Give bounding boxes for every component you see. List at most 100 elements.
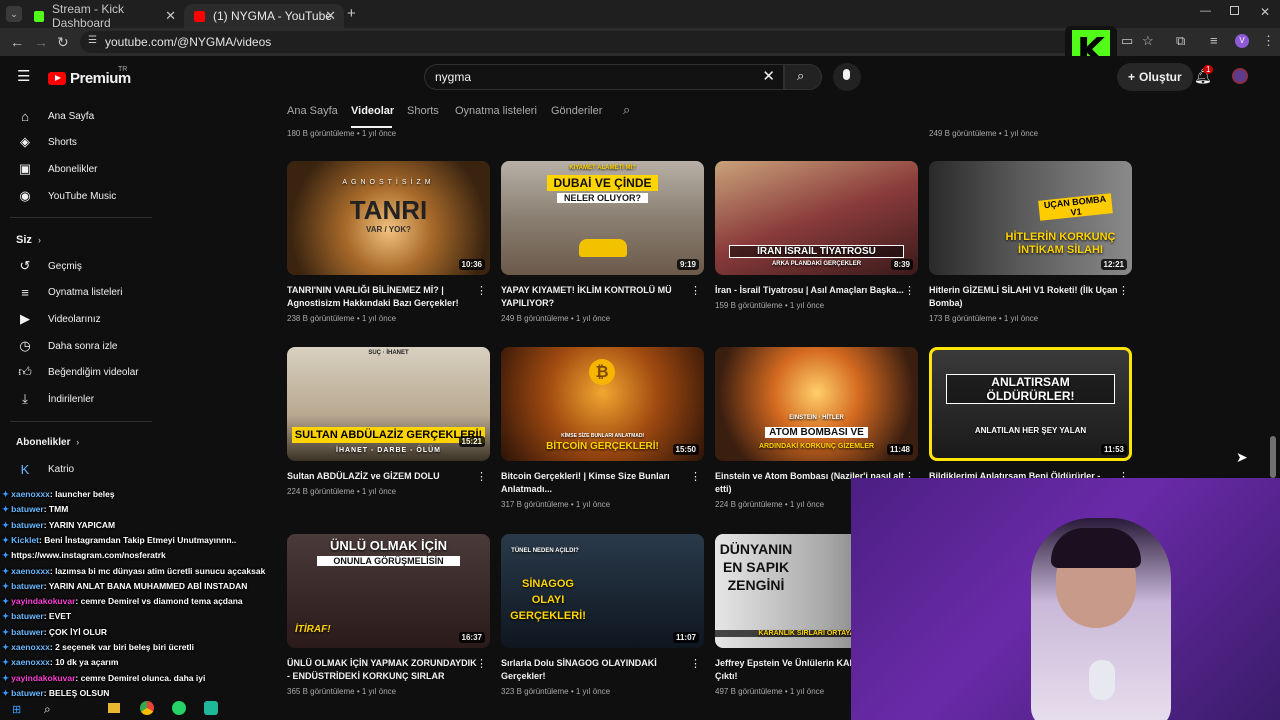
sidebar-item-subscriptions[interactable]: ▣ Abonelikler <box>0 156 152 182</box>
close-icon[interactable]: ✕ <box>325 8 336 24</box>
video-thumbnail[interactable]: KIYAMET ALAMETİ Mİ? DUBAİ VE ÇİNDE NELER… <box>501 161 704 275</box>
browser-tab-kick[interactable]: Stream - Kick Dashboard ✕ <box>24 2 184 30</box>
video-title[interactable]: Sultan ABDÜLAZİZ ve GİZEM DOLU ÖLÜMÜ! <box>287 470 477 483</box>
profile-avatar[interactable]: V <box>1235 34 1249 48</box>
minimize-icon[interactable]: — <box>1200 5 1211 17</box>
video-thumbnail[interactable]: ANLATIRSAM ÖLDÜRÜRLER! ANLATILAN HER ŞEY… <box>929 347 1132 461</box>
video-title[interactable]: Sırlarla Dolu SİNAGOG OLAYINDAKİ Gerçekl… <box>501 657 691 683</box>
sidebar-item-shorts[interactable]: ◈ Shorts <box>0 129 152 155</box>
more-options-icon[interactable]: ⋮ <box>690 657 701 670</box>
video-title[interactable]: TANRI'NIN VARLIĞI BİLİNEMEZ Mİ? | Agnost… <box>287 284 477 310</box>
video-thumbnail[interactable]: ÜNLÜ OLMAK İÇİN ONUNLA GÖRÜŞMELİSİN İTİR… <box>287 534 490 648</box>
more-options-icon[interactable]: ⋮ <box>1118 284 1129 297</box>
more-options-icon[interactable]: ⋮ <box>904 284 915 297</box>
sidebar-item-your-videos[interactable]: ▶ Videolarınız <box>0 306 152 332</box>
chat-username[interactable]: yayindakokuvar <box>11 596 75 606</box>
bookmark-star-icon[interactable]: ☆ <box>1142 33 1154 49</box>
sidebar-item-home[interactable]: ⌂ Ana Sayfa <box>0 103 152 129</box>
chat-username[interactable]: batuwer <box>11 504 44 514</box>
extensions-icon[interactable]: ⧉ <box>1176 33 1185 49</box>
channel-search-icon[interactable]: ⌕ <box>623 102 630 118</box>
site-info-icon[interactable]: ☰ <box>88 35 97 46</box>
chat-username[interactable]: batuwer <box>11 611 44 621</box>
hamburger-menu-icon[interactable]: ☰ <box>17 67 30 85</box>
voice-search-button[interactable] <box>833 63 861 91</box>
chrome-icon[interactable] <box>140 701 154 715</box>
browser-tab-youtube[interactable]: (1) NYGMA - YouTube ✕ <box>184 4 344 28</box>
file-explorer-icon[interactable] <box>108 703 120 713</box>
video-thumbnail[interactable]: UÇAN BOMBA V1 HİTLERİN KORKUNÇ İNTİKAM S… <box>929 161 1132 275</box>
sidebar-item-playlists[interactable]: ≡ Oynatma listeleri <box>0 279 152 305</box>
sidebar-subscriptions-heading[interactable]: Abonelikler › <box>16 437 79 448</box>
search-input[interactable]: nygma ✕ <box>424 64 784 90</box>
more-options-icon[interactable]: ⋮ <box>690 284 701 297</box>
more-options-icon[interactable]: ⋮ <box>476 470 487 483</box>
more-options-icon[interactable]: ⋮ <box>690 470 701 483</box>
taskbar-search-icon[interactable]: ⌕ <box>44 702 51 717</box>
reload-icon[interactable]: ↻ <box>57 34 69 51</box>
clear-search-icon[interactable]: ✕ <box>762 67 775 85</box>
url-field[interactable]: ☰ youtube.com/@NYGMA/videos <box>80 31 1100 53</box>
video-card[interactable]: ₿ KİMSE SİZE BUNLARI ANLATMADI BİTCOİN G… <box>501 347 705 509</box>
close-window-icon[interactable]: ✕ <box>1260 5 1270 19</box>
video-card[interactable]: ANLATIRSAM ÖLDÜRÜRLER! ANLATILAN HER ŞEY… <box>929 347 1133 483</box>
chat-username[interactable]: batuwer <box>11 688 44 698</box>
search-button[interactable]: ⌕ <box>784 64 822 90</box>
sidebar-item-watch-later[interactable]: ◷ Daha sonra izle <box>0 333 152 359</box>
tab-posts[interactable]: Gönderiler <box>551 105 602 117</box>
video-card[interactable]: SUÇ · İHANET SULTAN ABDÜLAZİZ GERÇEKLERİ… <box>287 347 491 496</box>
close-icon[interactable]: ✕ <box>165 8 176 24</box>
sidebar-item-downloads[interactable]: ⤓ İndirilenler <box>0 386 152 412</box>
tab-list-button[interactable]: ⌄ <box>6 6 22 22</box>
video-title[interactable]: YAPAY KIYAMET! İKLİM KONTROLÜ MÜ YAPILIY… <box>501 284 691 310</box>
video-title[interactable]: İran - İsrail Tiyatrosu | Asıl Amaçları … <box>715 284 905 297</box>
video-thumbnail[interactable]: SUÇ · İHANET SULTAN ABDÜLAZİZ GERÇEKLERİ… <box>287 347 490 461</box>
youtube-premium-logo[interactable]: Premium TR <box>48 66 131 87</box>
video-thumbnail[interactable]: TÜNEL NEDEN AÇILDI? SİNAGOG OLAYI GERÇEK… <box>501 534 704 648</box>
media-controls-icon[interactable]: ≡ <box>1210 33 1218 48</box>
sidebar-you-heading[interactable]: Siz › <box>16 234 41 246</box>
account-avatar[interactable] <box>1232 68 1248 84</box>
video-title[interactable]: Hitlerin GİZEMLİ SİLAHI V1 Roketi! (İlk … <box>929 284 1119 310</box>
chat-username[interactable]: batuwer <box>11 520 44 530</box>
video-thumbnail[interactable]: EINSTEIN · HİTLER ATOM BOMBASI VE ARDIND… <box>715 347 918 461</box>
chat-username[interactable]: batuwer <box>11 627 44 637</box>
new-tab-button[interactable]: + <box>347 5 356 22</box>
chat-username[interactable]: xaenoxxx <box>11 657 50 667</box>
restore-icon[interactable] <box>1230 6 1239 15</box>
chat-username[interactable]: Kicklet <box>11 535 39 545</box>
video-thumbnail[interactable]: İRAN İSRAİL TİYATROSU ARKA PLANDAKİ GERÇ… <box>715 161 918 275</box>
sidebar-item-liked[interactable]: 👍︎ Beğendiğim videolar <box>0 359 152 385</box>
video-title[interactable]: ÜNLÜ OLMAK İÇİN YAPMAK ZORUNDAYDIK - END… <box>287 657 477 683</box>
sidebar-item-history[interactable]: ↺ Geçmiş <box>0 253 152 279</box>
video-thumbnail[interactable]: ₿ KİMSE SİZE BUNLARI ANLATMADI BİTCOİN G… <box>501 347 704 461</box>
sidebar-item-youtube-music[interactable]: ◉ YouTube Music <box>0 183 152 209</box>
tab-videos[interactable]: Videolar <box>351 105 394 117</box>
tab-playlists[interactable]: Oynatma listeleri <box>455 105 537 117</box>
app-icon[interactable] <box>204 701 218 715</box>
forward-icon[interactable]: → <box>34 34 48 50</box>
video-card[interactable]: İRAN İSRAİL TİYATROSU ARKA PLANDAKİ GERÇ… <box>715 161 919 310</box>
chat-username[interactable]: xaenoxxx <box>11 566 50 576</box>
chat-username[interactable]: yayindakokuvar <box>11 673 75 683</box>
more-options-icon[interactable]: ⋮ <box>476 284 487 297</box>
video-card[interactable]: ÜNLÜ OLMAK İÇİN ONUNLA GÖRÜŞMELİSİN İTİR… <box>287 534 491 696</box>
video-title[interactable]: Bitcoin Gerçekleri! | Kimse Size Bunları… <box>501 470 691 496</box>
video-card[interactable]: AGNOSTİSİZM TANRI VAR / YOK? 10:36 TANRI… <box>287 161 491 323</box>
video-card[interactable]: UÇAN BOMBA V1 HİTLERİN KORKUNÇ İNTİKAM S… <box>929 161 1133 323</box>
whatsapp-icon[interactable] <box>172 701 186 715</box>
page-scrollbar[interactable] <box>1270 436 1276 478</box>
windows-start-icon[interactable]: ⊞ <box>12 703 21 716</box>
tab-home[interactable]: Ana Sayfa <box>287 105 338 117</box>
cast-icon[interactable]: ▭ <box>1121 33 1133 49</box>
chat-username[interactable]: xaenoxxx <box>11 642 50 652</box>
browser-menu-icon[interactable]: ⋮ <box>1262 33 1275 49</box>
tab-shorts[interactable]: Shorts <box>407 105 439 117</box>
chat-username[interactable]: xaenoxxx <box>11 489 50 499</box>
video-thumbnail[interactable]: AGNOSTİSİZM TANRI VAR / YOK? 10:36 <box>287 161 490 275</box>
video-card[interactable]: TÜNEL NEDEN AÇILDI? SİNAGOG OLAYI GERÇEK… <box>501 534 705 696</box>
video-card[interactable]: KIYAMET ALAMETİ Mİ? DUBAİ VE ÇİNDE NELER… <box>501 161 705 323</box>
sidebar-item-channel-katrio[interactable]: K Katrio <box>0 456 152 482</box>
create-button[interactable]: + Oluştur <box>1117 63 1193 91</box>
more-options-icon[interactable]: ⋮ <box>476 657 487 670</box>
